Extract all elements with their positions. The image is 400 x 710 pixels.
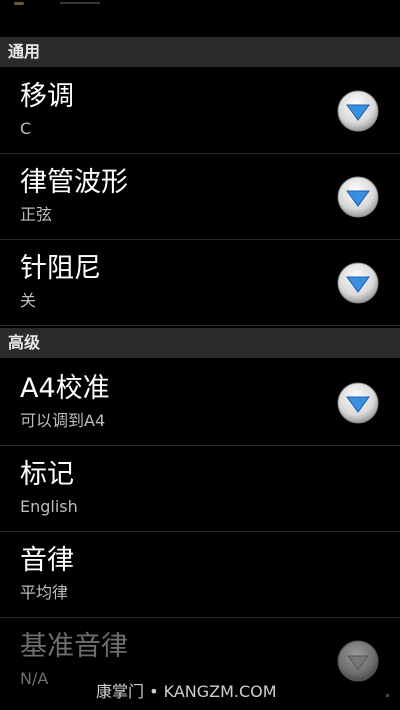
pref-title: A4校准 bbox=[20, 373, 110, 404]
notification-indicator-icon bbox=[14, 2, 24, 5]
pref-title: 音律 bbox=[20, 545, 74, 576]
status-bar bbox=[0, 0, 400, 36]
pref-needle-damping[interactable]: 针阻尼 关 bbox=[0, 240, 400, 326]
pref-title: 律管波形 bbox=[20, 167, 128, 198]
pref-summary: C bbox=[20, 119, 32, 138]
section-header-advanced: 高级 bbox=[0, 328, 400, 358]
pref-pipe-waveform[interactable]: 律管波形 正弦 bbox=[0, 154, 400, 240]
pref-temperament[interactable]: 音律 平均律 bbox=[0, 532, 400, 618]
pref-title: 针阻尼 bbox=[20, 253, 101, 284]
chevron-down-icon bbox=[336, 639, 380, 683]
status-bar-line bbox=[60, 2, 100, 4]
pref-summary: N/A bbox=[20, 669, 49, 688]
pref-a4-calibration[interactable]: A4校准 可以调到A4 bbox=[0, 360, 400, 446]
pref-title: 移调 bbox=[20, 81, 74, 112]
chevron-down-icon[interactable] bbox=[336, 261, 380, 305]
pref-summary: 正弦 bbox=[20, 205, 53, 224]
chevron-down-icon[interactable] bbox=[336, 89, 380, 133]
pref-summary: 可以调到A4 bbox=[20, 411, 106, 430]
corner-dot bbox=[386, 694, 389, 697]
pref-summary: 平均律 bbox=[20, 583, 69, 602]
watermark: 康掌门 • KANGZM.COM bbox=[96, 682, 277, 701]
pref-title: 基准音律 bbox=[20, 631, 128, 662]
pref-summary: English bbox=[20, 497, 78, 516]
chevron-down-icon[interactable] bbox=[336, 381, 380, 425]
chevron-down-icon[interactable] bbox=[336, 175, 380, 219]
pref-transpose[interactable]: 移调 C bbox=[0, 68, 400, 154]
pref-notation[interactable]: 标记 English bbox=[0, 446, 400, 532]
pref-title: 标记 bbox=[20, 459, 74, 490]
pref-summary: 关 bbox=[20, 291, 37, 310]
section-header-general: 通用 bbox=[0, 37, 400, 67]
